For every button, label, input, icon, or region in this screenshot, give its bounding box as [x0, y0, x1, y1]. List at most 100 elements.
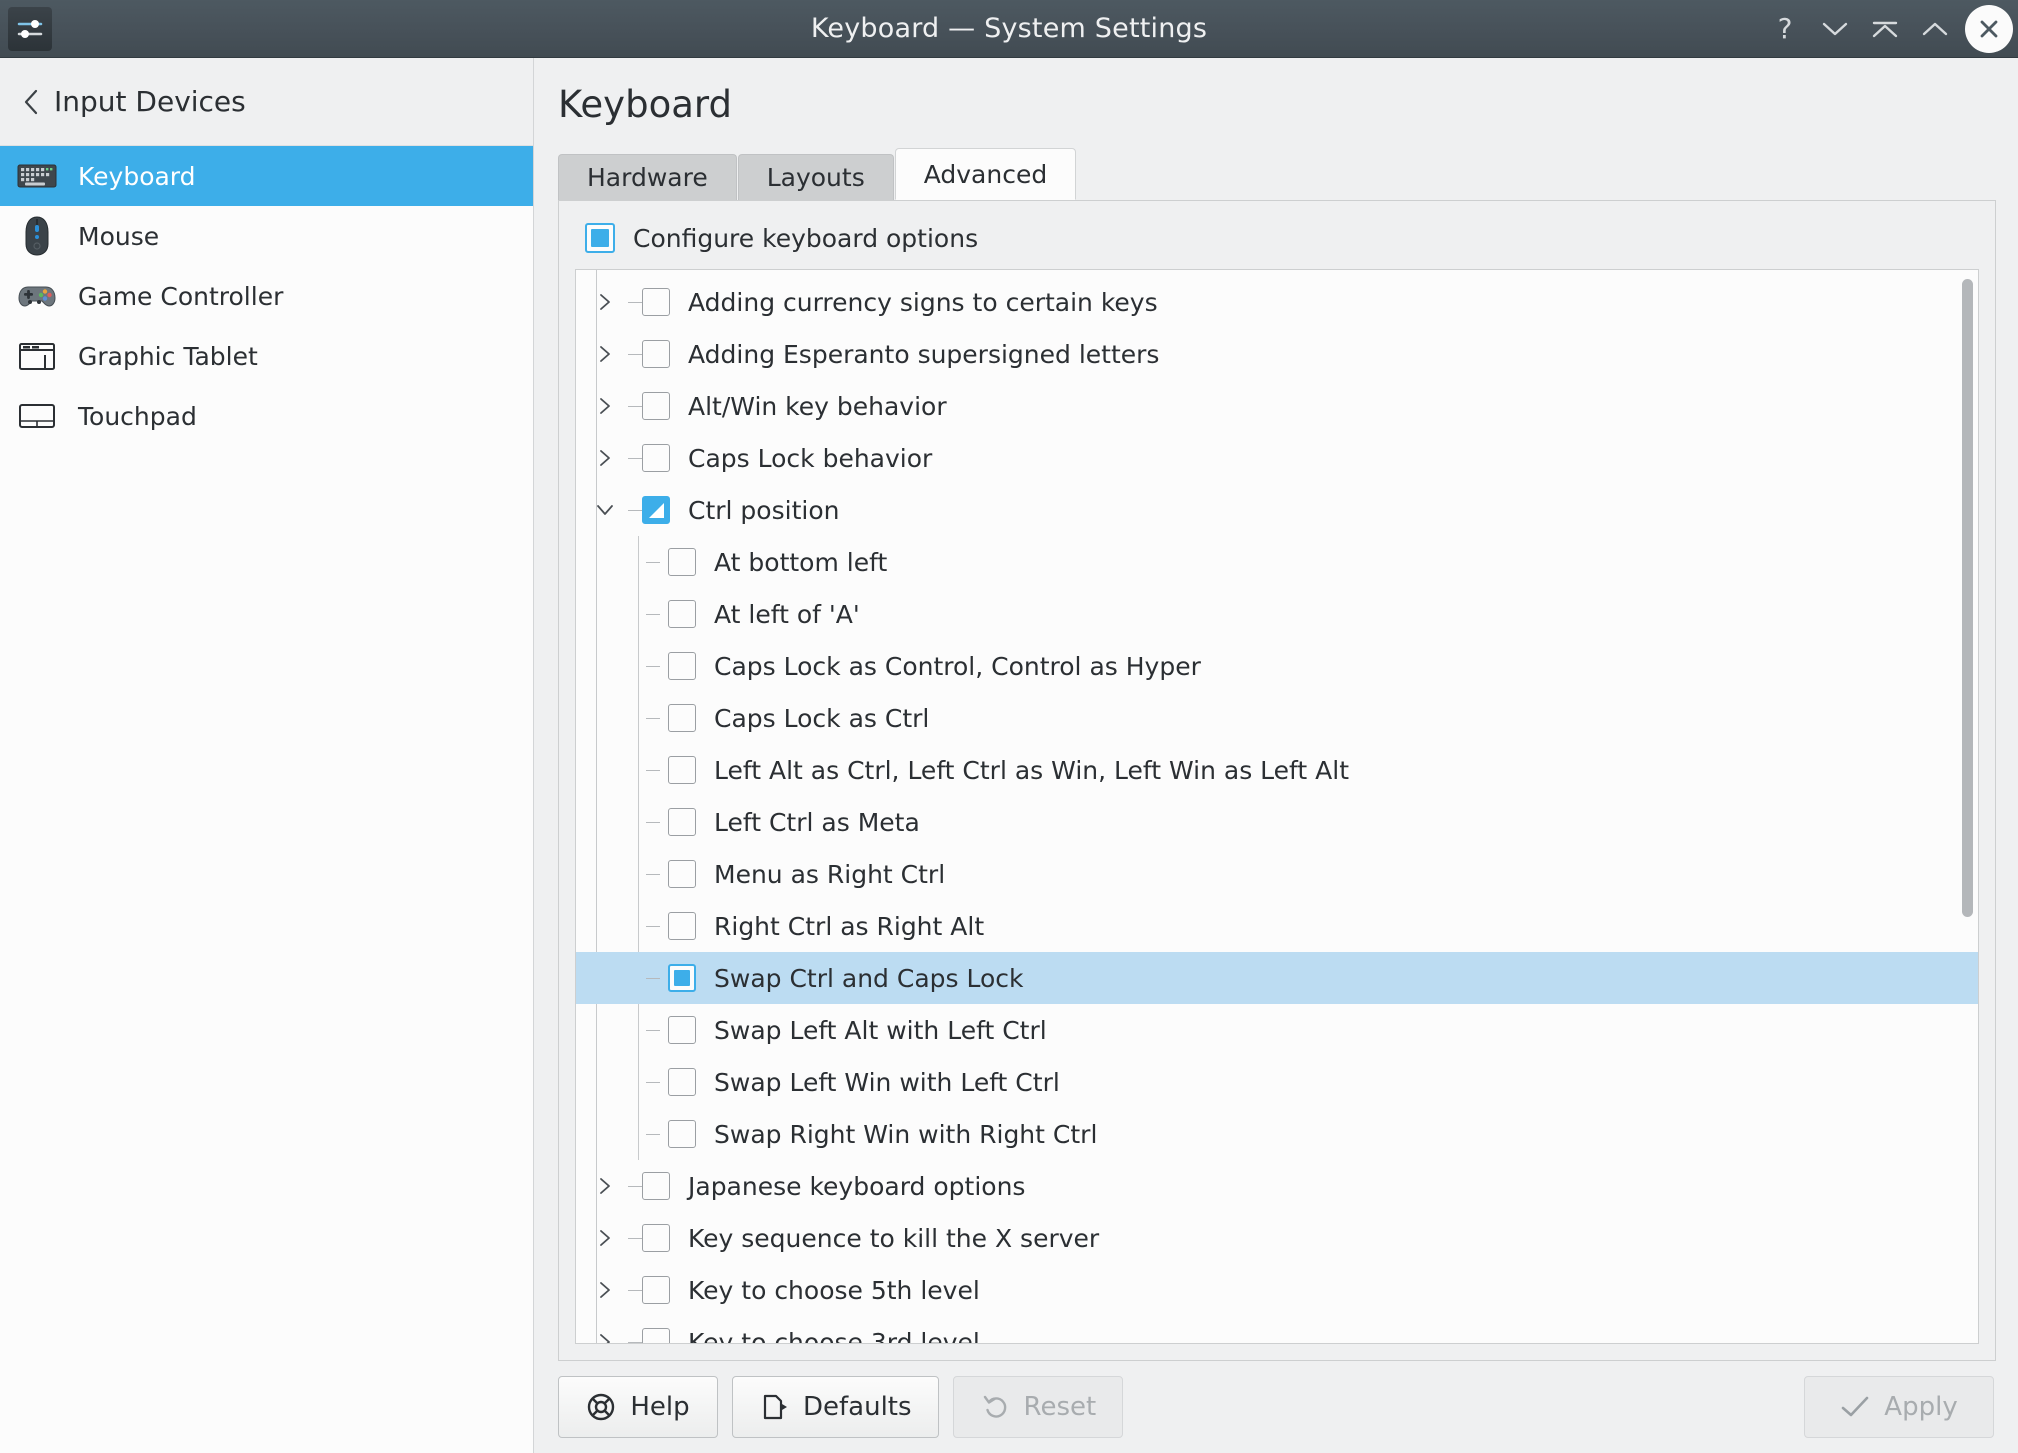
- chevron-right-icon[interactable]: [584, 1331, 626, 1343]
- tree-row-checkbox[interactable]: [668, 1068, 696, 1096]
- sidebar-item-mouse[interactable]: Mouse: [0, 206, 533, 266]
- tree-row-checkbox[interactable]: [668, 704, 696, 732]
- chevron-right-icon[interactable]: [584, 343, 626, 365]
- tree-row-checkbox[interactable]: [668, 548, 696, 576]
- tree-row[interactable]: Swap Right Win with Right Ctrl: [576, 1108, 1978, 1160]
- tree-connector: [628, 458, 642, 459]
- tree-row[interactable]: Caps Lock as Ctrl: [576, 692, 1978, 744]
- tree-row-checkbox[interactable]: [642, 392, 670, 420]
- help-button-label: Help: [630, 1392, 689, 1422]
- tree-row-checkbox[interactable]: [668, 808, 696, 836]
- sidebar-item-keyboard[interactable]: Keyboard: [0, 146, 533, 206]
- tree-row-label: Adding Esperanto supersigned letters: [688, 340, 1159, 369]
- tree-row-label: Right Ctrl as Right Alt: [714, 912, 984, 941]
- tree-row-label: Adding currency signs to certain keys: [688, 288, 1158, 317]
- chevron-right-icon[interactable]: [584, 291, 626, 313]
- tree-row[interactable]: At bottom left: [576, 536, 1978, 588]
- minimize-button[interactable]: [1810, 0, 1860, 58]
- tab-hardware[interactable]: Hardware: [558, 154, 737, 200]
- tree-row-checkbox[interactable]: [668, 964, 696, 992]
- page-title: Keyboard: [534, 58, 2018, 126]
- chevron-right-icon[interactable]: [584, 447, 626, 469]
- window-title: Keyboard — System Settings: [0, 13, 2018, 44]
- tree-row[interactable]: Japanese keyboard options: [576, 1160, 1978, 1212]
- sidebar-back-label: Input Devices: [54, 85, 246, 118]
- tree-row[interactable]: Caps Lock behavior: [576, 432, 1978, 484]
- tree-row-checkbox[interactable]: [668, 860, 696, 888]
- tree-row-label: Swap Ctrl and Caps Lock: [714, 964, 1024, 993]
- configure-keyboard-options-checkbox[interactable]: [585, 223, 615, 253]
- tree-row[interactable]: Adding Esperanto supersigned letters: [576, 328, 1978, 380]
- tab-advanced[interactable]: Advanced: [895, 148, 1077, 200]
- tree-row-label: Key to choose 3rd level: [688, 1328, 980, 1344]
- tree-connector: [584, 770, 668, 771]
- tree-row-checkbox[interactable]: [642, 340, 670, 368]
- sidebar-item-touchpad[interactable]: Touchpad: [0, 386, 533, 446]
- tree-row[interactable]: Caps Lock as Control, Control as Hyper: [576, 640, 1978, 692]
- tree-row[interactable]: Key to choose 3rd level: [576, 1316, 1978, 1343]
- touchpad-icon: [16, 395, 58, 437]
- chevron-right-icon[interactable]: [584, 395, 626, 417]
- reset-button-label: Reset: [1024, 1392, 1097, 1422]
- tree-row[interactable]: Key to choose 5th level: [576, 1264, 1978, 1316]
- tree-row[interactable]: Adding currency signs to certain keys: [576, 276, 1978, 328]
- tree-row-checkbox[interactable]: [642, 444, 670, 472]
- undo-arrow-icon: [980, 1392, 1010, 1422]
- tree-row-checkbox[interactable]: [668, 1016, 696, 1044]
- tree-connector: [628, 406, 642, 407]
- advanced-tab-panel: Configure keyboard options: [558, 200, 1996, 1361]
- tree-row-checkbox[interactable]: [642, 1328, 670, 1343]
- close-button[interactable]: [1960, 0, 2018, 58]
- tree-row-checkbox[interactable]: [668, 600, 696, 628]
- tree-row-label: Left Ctrl as Meta: [714, 808, 920, 837]
- tree-scrollbar[interactable]: [1961, 275, 1973, 1338]
- sidebar-item-label: Keyboard: [78, 162, 196, 191]
- tree-row-ctrl-position[interactable]: Ctrl position: [576, 484, 1978, 536]
- tree-row[interactable]: Menu as Right Ctrl: [576, 848, 1978, 900]
- chevron-right-icon[interactable]: [584, 1279, 626, 1301]
- chevron-right-icon[interactable]: [584, 1227, 626, 1249]
- apply-button[interactable]: Apply: [1804, 1376, 1994, 1438]
- help-button[interactable]: Help: [558, 1376, 718, 1438]
- tree-connector: [584, 1082, 668, 1083]
- sidebar-item-game-controller[interactable]: Game Controller: [0, 266, 533, 326]
- tree-row[interactable]: At left of 'A': [576, 588, 1978, 640]
- tree-row-checkbox[interactable]: [668, 1120, 696, 1148]
- tree-row[interactable]: Swap Left Alt with Left Ctrl: [576, 1004, 1978, 1056]
- maximize-button[interactable]: [1860, 0, 1910, 58]
- defaults-button[interactable]: Defaults: [732, 1376, 939, 1438]
- shade-button[interactable]: [1910, 0, 1960, 58]
- sidebar-back-header[interactable]: Input Devices: [0, 58, 533, 146]
- tree-row-checkbox[interactable]: [642, 1224, 670, 1252]
- tree-row[interactable]: Right Ctrl as Right Alt: [576, 900, 1978, 952]
- keyboard-options-tree[interactable]: Adding currency signs to certain keys Ad…: [575, 269, 1979, 1344]
- tab-layouts[interactable]: Layouts: [738, 154, 894, 200]
- tree-row[interactable]: Alt/Win key behavior: [576, 380, 1978, 432]
- tree-row[interactable]: Swap Left Win with Left Ctrl: [576, 1056, 1978, 1108]
- tree-row-label: Ctrl position: [688, 496, 839, 525]
- tree-row[interactable]: Left Alt as Ctrl, Left Ctrl as Win, Left…: [576, 744, 1978, 796]
- sidebar-list: Keyboard Mouse: [0, 146, 533, 1453]
- tree-scrollbar-thumb[interactable]: [1962, 279, 1973, 917]
- tree-row-swap-ctrl-and-caps-lock[interactable]: Swap Ctrl and Caps Lock: [576, 952, 1978, 1004]
- tree-row-checkbox[interactable]: [642, 1276, 670, 1304]
- tree-row-checkbox[interactable]: [668, 756, 696, 784]
- tree-row-checkbox[interactable]: [668, 912, 696, 940]
- tree-row[interactable]: Key sequence to kill the X server: [576, 1212, 1978, 1264]
- sidebar-item-graphic-tablet[interactable]: Graphic Tablet: [0, 326, 533, 386]
- tree-row-label: Swap Left Win with Left Ctrl: [714, 1068, 1060, 1097]
- ctrl-position-children: At bottom left At left of 'A': [576, 536, 1978, 1160]
- chevron-down-icon[interactable]: [584, 501, 626, 519]
- tree-row-checkbox[interactable]: [642, 1172, 670, 1200]
- chevron-right-icon[interactable]: [584, 1175, 626, 1197]
- window-titlebar[interactable]: Keyboard — System Settings ?: [0, 0, 2018, 58]
- tree-connector: [584, 666, 668, 667]
- help-button[interactable]: ?: [1760, 0, 1810, 58]
- tree-row-checkbox[interactable]: [642, 288, 670, 316]
- tree-row-checkbox[interactable]: [668, 652, 696, 680]
- configure-keyboard-options-row[interactable]: Configure keyboard options: [575, 215, 1979, 261]
- gamepad-icon: [16, 275, 58, 317]
- tree-row[interactable]: Left Ctrl as Meta: [576, 796, 1978, 848]
- reset-button[interactable]: Reset: [953, 1376, 1124, 1438]
- tree-row-checkbox[interactable]: [642, 496, 670, 524]
